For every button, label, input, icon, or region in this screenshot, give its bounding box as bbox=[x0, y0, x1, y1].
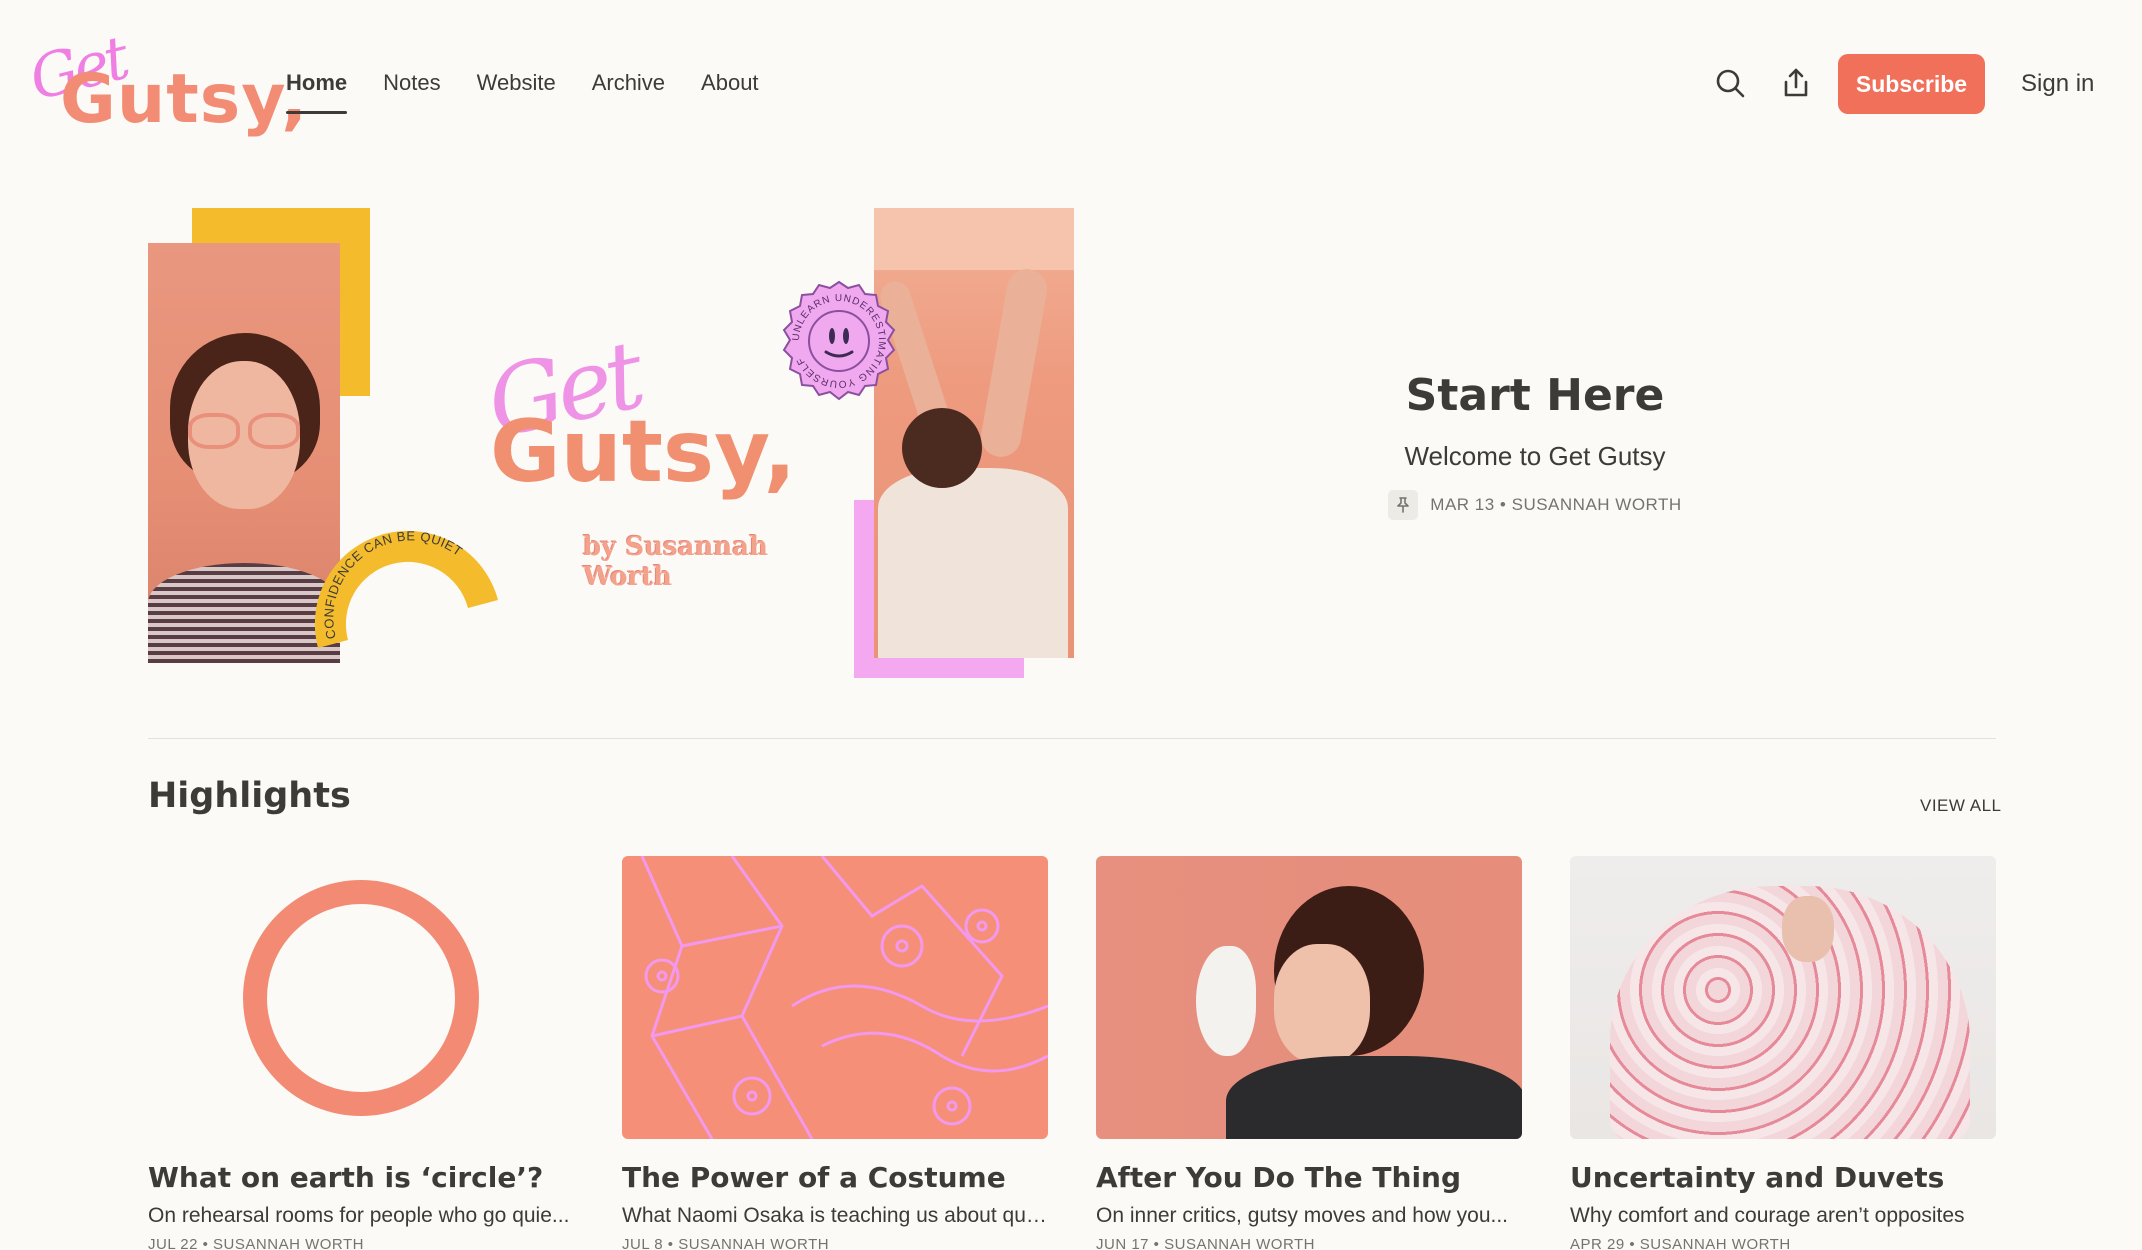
nav-notes[interactable]: Notes bbox=[383, 70, 440, 108]
featured-post-title[interactable]: Start Here bbox=[1280, 370, 1790, 421]
featured-post-subtitle: Welcome to Get Gutsy bbox=[1404, 441, 1666, 471]
highlights-heading: Highlights bbox=[148, 776, 351, 816]
arms-raised-photo bbox=[874, 208, 1074, 658]
view-all-link[interactable]: VIEW ALL bbox=[1920, 796, 2001, 816]
page: Get Gutsy, Home Notes Website Archive Ab… bbox=[0, 0, 2142, 1250]
post-thumbnail-mask[interactable] bbox=[1096, 856, 1522, 1139]
post-subtitle: Why comfort and courage aren’t opposites bbox=[1570, 1204, 1965, 1227]
smiley-badge: UNLEARN UNDERESTIMATING YOURSELF bbox=[782, 280, 896, 401]
post-card[interactable]: After You Do The Thing On inner critics,… bbox=[1096, 856, 1522, 1250]
nav-archive[interactable]: Archive bbox=[592, 70, 665, 108]
site-logo[interactable]: Get Gutsy, bbox=[23, 23, 307, 140]
post-card[interactable]: Uncertainty and Duvets Why comfort and c… bbox=[1570, 856, 1996, 1250]
post-title[interactable]: Uncertainty and Duvets bbox=[1570, 1161, 1996, 1194]
post-title[interactable]: After You Do The Thing bbox=[1096, 1161, 1522, 1194]
section-divider bbox=[148, 738, 1996, 739]
post-subtitle: On inner critics, gutsy moves and how yo… bbox=[1096, 1204, 1509, 1227]
post-thumbnail-circle[interactable] bbox=[148, 856, 574, 1139]
post-subtitle: What Naomi Osaka is teaching us about qu… bbox=[622, 1204, 1048, 1227]
post-meta: JUL 22 • SUSANNAH WORTH bbox=[148, 1236, 364, 1250]
subscribe-button[interactable]: Subscribe bbox=[1838, 54, 1985, 114]
post-subtitle: On rehearsal rooms for people who go qui… bbox=[148, 1204, 570, 1227]
post-title[interactable]: The Power of a Costume bbox=[622, 1161, 1048, 1194]
featured-post-date-author: MAR 13 • SUSANNAH WORTH bbox=[1430, 495, 1682, 514]
post-thumbnail-costume[interactable] bbox=[622, 856, 1048, 1139]
nav-home[interactable]: Home bbox=[286, 70, 348, 114]
highlights-list: What on earth is ‘circle’? On rehearsal … bbox=[148, 856, 1996, 1250]
post-meta: JUL 8 • SUSANNAH WORTH bbox=[622, 1236, 830, 1250]
pin-icon bbox=[1388, 490, 1419, 520]
post-thumbnail-duvet[interactable] bbox=[1570, 856, 1996, 1139]
post-card[interactable]: The Power of a Costume What Naomi Osaka … bbox=[622, 856, 1048, 1250]
featured-post-meta: MAR 13 • SUSANNAH WORTH bbox=[1280, 490, 1790, 520]
post-meta: APR 29 • SUSANNAH WORTH bbox=[1570, 1236, 1791, 1250]
hero-byline: by Susannah Worth bbox=[583, 532, 769, 592]
hero-gutsy-text: Gutsy, bbox=[490, 402, 797, 502]
post-title[interactable]: What on earth is ‘circle’? bbox=[148, 1161, 574, 1194]
sign-in-link[interactable]: Sign in bbox=[2021, 70, 2094, 98]
featured-post: Start Here Welcome to Get Gutsy MAR 13 •… bbox=[1280, 370, 1790, 520]
nav-about[interactable]: About bbox=[701, 70, 759, 108]
hero-title-art: Get Gutsy, by Susannah Worth bbox=[478, 322, 808, 592]
post-meta: JUN 17 • SUSANNAH WORTH bbox=[1096, 1236, 1316, 1250]
post-card[interactable]: What on earth is ‘circle’? On rehearsal … bbox=[148, 856, 574, 1250]
nav-website[interactable]: Website bbox=[477, 70, 556, 108]
main-nav: Home Notes Website Archive About bbox=[286, 70, 759, 114]
share-icon[interactable] bbox=[1779, 66, 1813, 100]
logo-gutsy-text: Gutsy, bbox=[60, 60, 309, 139]
search-icon[interactable] bbox=[1713, 66, 1747, 100]
confidence-arch: CONFIDENCE CAN BE QUIET bbox=[314, 528, 498, 648]
hero-banner[interactable]: CONFIDENCE CAN BE QUIET Get Gutsy, by Su… bbox=[148, 206, 1078, 681]
